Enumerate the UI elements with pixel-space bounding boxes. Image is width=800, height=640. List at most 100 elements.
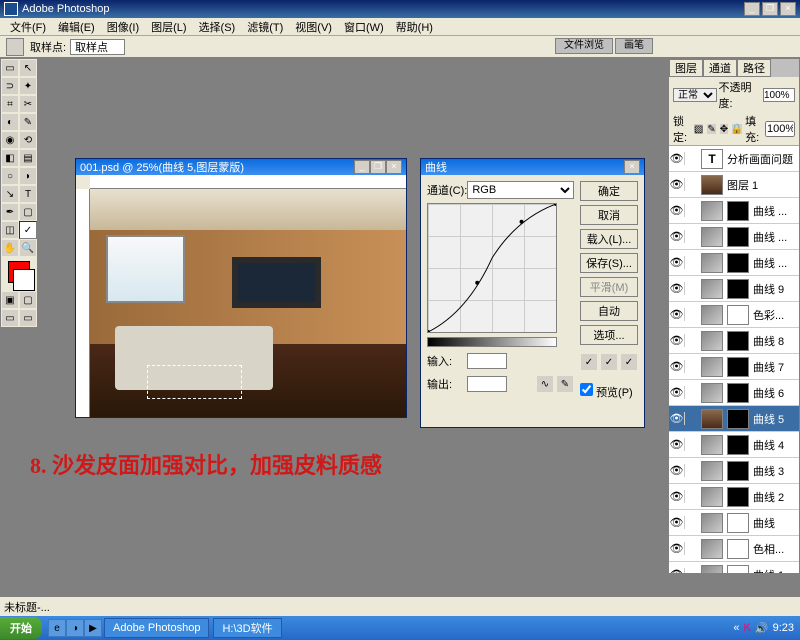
fill-input[interactable]: [765, 121, 795, 137]
visibility-icon[interactable]: 👁: [669, 178, 685, 191]
layer-row[interactable]: 👁T分析画面问题: [669, 146, 799, 172]
visibility-icon[interactable]: 👁: [669, 230, 685, 243]
tool-shape[interactable]: ▢: [19, 203, 37, 221]
tool-eyedropper[interactable]: ✓: [19, 221, 37, 239]
tool-dodge[interactable]: ◗: [19, 167, 37, 185]
layer-row[interactable]: 👁曲线 4: [669, 432, 799, 458]
lock-paint-icon[interactable]: ✎: [706, 123, 716, 135]
tab-brushes[interactable]: 画笔: [615, 38, 653, 54]
quicklaunch-icon[interactable]: e: [48, 619, 66, 637]
layer-row[interactable]: 👁曲线 3: [669, 458, 799, 484]
minimize-button[interactable]: _: [744, 2, 760, 16]
curve-graph[interactable]: [427, 203, 557, 333]
restore-button[interactable]: ❐: [762, 2, 778, 16]
tool-slice[interactable]: ✂: [19, 95, 37, 113]
tool-history[interactable]: ⟲: [19, 131, 37, 149]
taskbar-item[interactable]: Adobe Photoshop: [104, 618, 209, 638]
layer-row[interactable]: 👁曲线 ...: [669, 224, 799, 250]
cancel-button[interactable]: 取消: [580, 205, 638, 225]
menu-view[interactable]: 视图(V): [289, 19, 338, 35]
layer-row[interactable]: 👁曲线 6: [669, 380, 799, 406]
tool-blur[interactable]: ○: [1, 167, 19, 185]
curve-tool-point[interactable]: ∿: [536, 375, 554, 393]
channel-select[interactable]: RGB: [467, 181, 574, 199]
close-button[interactable]: ×: [780, 2, 796, 16]
layer-row[interactable]: 👁曲线 7: [669, 354, 799, 380]
tool-eraser[interactable]: ◧: [1, 149, 19, 167]
visibility-icon[interactable]: 👁: [669, 438, 685, 451]
lock-move-icon[interactable]: ✥: [719, 123, 729, 135]
layer-row[interactable]: 👁曲线 2: [669, 484, 799, 510]
visibility-icon[interactable]: 👁: [669, 282, 685, 295]
tab-channels[interactable]: 通道: [703, 59, 737, 77]
edit-mode-standard[interactable]: ▣: [1, 291, 19, 309]
visibility-icon[interactable]: 👁: [669, 152, 685, 165]
tool-stamp[interactable]: ◉: [1, 131, 19, 149]
tab-paths[interactable]: 路径: [737, 59, 771, 77]
tool-pen[interactable]: ✒: [1, 203, 19, 221]
lock-all-icon[interactable]: 🔒: [731, 123, 743, 135]
doc-close[interactable]: ×: [386, 160, 402, 174]
gradient-bar[interactable]: [427, 337, 557, 347]
system-tray[interactable]: « K 🔊 9:23: [727, 622, 800, 635]
curves-close[interactable]: ×: [624, 160, 640, 174]
menu-file[interactable]: 文件(F): [4, 19, 52, 35]
visibility-icon[interactable]: 👁: [669, 386, 685, 399]
tool-lasso[interactable]: ⊃: [1, 77, 19, 95]
menu-image[interactable]: 图像(I): [101, 19, 145, 35]
visibility-icon[interactable]: 👁: [669, 516, 685, 529]
taskbar-item[interactable]: H:\3D软件: [213, 618, 281, 638]
menu-help[interactable]: 帮助(H): [390, 19, 439, 35]
layers-list[interactable]: 👁T分析画面问题👁图层 1👁曲线 ...👁曲线 ...👁曲线 ...👁曲线 9👁…: [669, 146, 799, 574]
tool-gradient[interactable]: ▤: [19, 149, 37, 167]
menu-select[interactable]: 选择(S): [193, 19, 242, 35]
tool-wand[interactable]: ✦: [19, 77, 37, 95]
sample-input[interactable]: [70, 39, 125, 55]
auto-button[interactable]: 自动: [580, 301, 638, 321]
visibility-icon[interactable]: 👁: [669, 490, 685, 503]
visibility-icon[interactable]: 👁: [669, 204, 685, 217]
curve-tool-pencil[interactable]: ✎: [556, 375, 574, 393]
background-color[interactable]: [13, 269, 35, 291]
load-button[interactable]: 载入(L)...: [580, 229, 638, 249]
doc-maximize[interactable]: ❐: [370, 160, 386, 174]
visibility-icon[interactable]: 👁: [669, 360, 685, 373]
current-tool-icon[interactable]: [6, 38, 24, 56]
tool-notes[interactable]: ◫: [1, 221, 19, 239]
screen-mode-2[interactable]: ▭: [19, 309, 37, 327]
tray-icon[interactable]: 🔊: [755, 622, 769, 635]
preview-checkbox[interactable]: 预览(P): [580, 383, 638, 400]
tool-hand[interactable]: ✋: [1, 239, 19, 257]
doc-minimize[interactable]: _: [354, 160, 370, 174]
layer-row[interactable]: 👁曲线 ...: [669, 198, 799, 224]
menu-window[interactable]: 窗口(W): [338, 19, 390, 35]
tray-icon[interactable]: K: [744, 622, 751, 634]
layer-row[interactable]: 👁曲线 5: [669, 406, 799, 432]
layer-row[interactable]: 👁色相...: [669, 536, 799, 562]
tab-layers[interactable]: 图层: [669, 59, 703, 77]
options-button[interactable]: 选项...: [580, 325, 638, 345]
visibility-icon[interactable]: 👁: [669, 464, 685, 477]
layer-row[interactable]: 👁曲线 9: [669, 276, 799, 302]
layer-row[interactable]: 👁曲线: [669, 510, 799, 536]
menu-edit[interactable]: 编辑(E): [52, 19, 101, 35]
tool-path[interactable]: ↘: [1, 185, 19, 203]
tab-filebrowser[interactable]: 文件浏览: [555, 38, 613, 54]
blend-mode-select[interactable]: 正常: [673, 88, 717, 102]
smooth-button[interactable]: 平滑(M): [580, 277, 638, 297]
eyedropper-black[interactable]: ✓: [580, 353, 598, 371]
eyedropper-white[interactable]: ✓: [620, 353, 638, 371]
visibility-icon[interactable]: 👁: [669, 542, 685, 555]
layer-row[interactable]: 👁曲线 ...: [669, 250, 799, 276]
opacity-input[interactable]: [763, 88, 795, 102]
input-value[interactable]: [467, 353, 507, 369]
tool-crop[interactable]: ⌗: [1, 95, 19, 113]
tool-type[interactable]: T: [19, 185, 37, 203]
layer-row[interactable]: 👁色彩...: [669, 302, 799, 328]
layer-row[interactable]: 👁图层 1: [669, 172, 799, 198]
visibility-icon[interactable]: 👁: [669, 412, 685, 425]
visibility-icon[interactable]: 👁: [669, 256, 685, 269]
edit-mode-quickmask[interactable]: ▢: [19, 291, 37, 309]
ok-button[interactable]: 确定: [580, 181, 638, 201]
save-button[interactable]: 保存(S)...: [580, 253, 638, 273]
